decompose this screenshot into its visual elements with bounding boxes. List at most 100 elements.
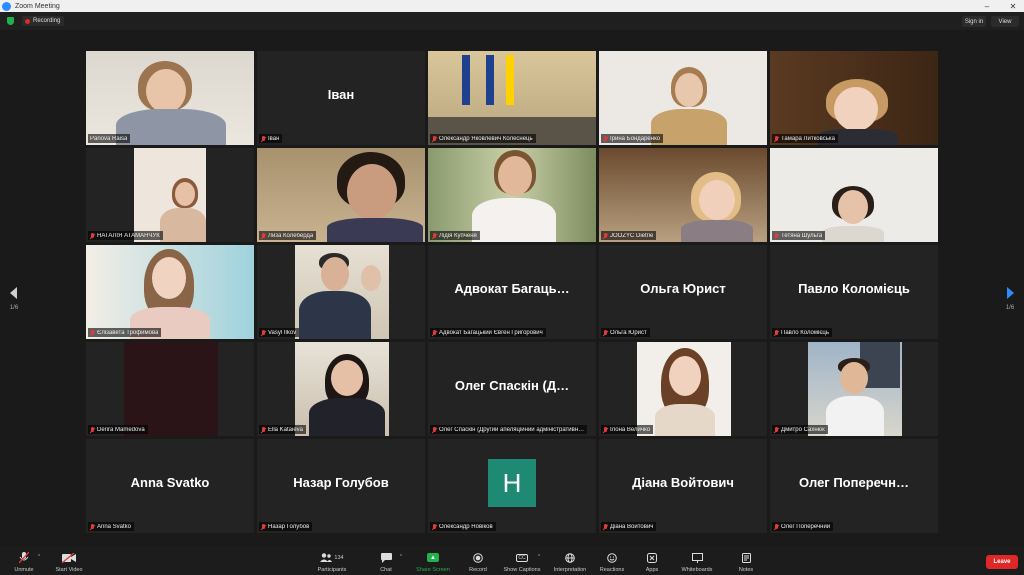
participant-tile[interactable]: Павло Коломієць Павло Коломієць — [770, 245, 938, 339]
participants-button[interactable]: 134 Participants — [312, 546, 352, 575]
left-page-indicator: 1/6 — [9, 305, 19, 311]
muted-mic-icon — [603, 523, 608, 530]
captions-options-caret[interactable]: ^ — [536, 546, 542, 575]
encryption-shield-icon[interactable] — [7, 17, 14, 25]
participant-tile[interactable]: Єлізаветa Трофимова — [86, 245, 254, 339]
participant-avatar: H — [488, 459, 536, 507]
start-video-button[interactable]: Start Video — [52, 546, 86, 575]
recording-dot-icon — [25, 18, 30, 24]
muted-mic-icon — [603, 135, 608, 142]
muted-mic-icon — [90, 329, 95, 336]
participant-display-name: Діана Войтович — [632, 475, 734, 490]
participant-display-name: Адвокат Багаць… — [454, 281, 570, 296]
participant-tile[interactable]: Лідія Купченя — [428, 148, 596, 242]
participant-name-label: Vasyl Ilkov — [259, 328, 300, 337]
recording-indicator[interactable]: Recording — [22, 16, 65, 26]
participant-tile[interactable]: H Олександр Новіков — [428, 439, 596, 533]
participant-name-label: Ольга Юрист — [601, 328, 650, 337]
muted-microphone-icon — [19, 550, 29, 565]
meeting-top-bar: Recording Sign in View — [0, 12, 1024, 30]
muted-mic-icon — [774, 329, 779, 336]
participant-display-name: Іван — [327, 87, 355, 102]
participant-tile[interactable]: Panova Raisa — [86, 51, 254, 145]
participant-tile[interactable]: Олег Поперечн… Олег Поперечний — [770, 439, 938, 533]
chevron-up-icon: ^ — [37, 554, 41, 560]
participant-tile[interactable]: Ірина Бондаренко — [599, 51, 767, 145]
participant-tile[interactable]: Діана Войтович Діана Войтович — [599, 439, 767, 533]
video-off-icon — [62, 550, 76, 565]
participant-tile[interactable]: Дмитро Сахнюк — [770, 342, 938, 436]
participant-name-label: Лиза Колеберда — [259, 231, 317, 240]
apps-button[interactable]: Apps — [640, 546, 664, 575]
muted-mic-icon — [90, 523, 95, 530]
audio-options-caret[interactable]: ^ — [36, 546, 42, 575]
participant-name-label: Derira Mamedova — [88, 425, 148, 434]
zoom-logo-icon — [2, 1, 11, 11]
reactions-button[interactable]: Reactions — [596, 546, 628, 575]
participant-tile[interactable]: Ілона Величко — [599, 342, 767, 436]
muted-mic-icon — [261, 232, 266, 239]
meeting-toolbar: Unmute ^ Start Video 134 Participants Ch… — [0, 546, 1024, 575]
minimize-button[interactable]: – — [978, 0, 996, 12]
participant-name-label: Адвокат Багацький Євген Григорович — [430, 328, 546, 337]
participant-tile[interactable]: Vasyl Ilkov — [257, 245, 425, 339]
muted-mic-icon — [90, 232, 95, 239]
participant-name-label: Anna Svatko — [88, 522, 135, 531]
apps-icon — [647, 550, 657, 565]
right-page-indicator: 1/6 — [1005, 305, 1015, 311]
sign-in-button[interactable]: Sign in — [962, 16, 986, 27]
chat-icon — [380, 550, 392, 565]
participant-tile[interactable]: Олександр Яковлевич Колеснець — [428, 51, 596, 145]
participant-name-label: Олександр Яковлевич Колеснець — [430, 134, 536, 143]
participants-icon: 134 — [320, 550, 344, 565]
participant-tile[interactable]: Derira Mamedova — [86, 342, 254, 436]
participant-display-name: Олег Поперечн… — [799, 475, 909, 490]
recording-label: Recording — [33, 18, 61, 24]
muted-mic-icon — [774, 135, 779, 142]
previous-page-arrow-icon[interactable] — [8, 285, 20, 301]
unmute-button[interactable]: Unmute — [10, 546, 38, 575]
interpretation-button[interactable]: Interpretation — [548, 546, 592, 575]
participant-tile[interactable]: Ольга Юрист Ольга Юрист — [599, 245, 767, 339]
muted-mic-icon — [432, 135, 437, 142]
participant-tile[interactable]: Тетяна Шульга — [770, 148, 938, 242]
participant-name-label: JOOZYC Dietrie — [601, 231, 657, 240]
participant-tile[interactable]: Іван Іван — [257, 51, 425, 145]
participant-name-label: Лідія Купченя — [430, 231, 480, 240]
muted-mic-icon — [432, 232, 437, 239]
muted-mic-icon — [261, 523, 266, 530]
share-screen-button[interactable]: ▲ Share Screen — [414, 546, 452, 575]
participant-tile[interactable]: Тамара Литковська — [770, 51, 938, 145]
participant-tile[interactable]: НАТАЛІЯ АТАМАНЧУК — [86, 148, 254, 242]
participant-tile[interactable]: Anna Svatko Anna Svatko — [86, 439, 254, 533]
close-button[interactable]: ✕ — [1004, 0, 1022, 12]
muted-mic-icon — [603, 426, 608, 433]
participant-name-label: Ілона Величко — [601, 425, 654, 434]
whiteboard-icon — [691, 550, 703, 565]
leave-button[interactable]: Leave — [986, 555, 1018, 569]
window-title-bar: Zoom Meeting – ✕ — [0, 0, 1024, 12]
participant-tile[interactable]: Олег Спаскін (Д… Олег Спаскін (Другий ап… — [428, 342, 596, 436]
captions-icon: CC — [516, 553, 528, 562]
participant-tile[interactable]: Назар Голубов Назар Голубов — [257, 439, 425, 533]
chat-options-caret[interactable]: ^ — [398, 546, 404, 575]
next-page-arrow-icon[interactable] — [1004, 285, 1016, 301]
muted-mic-icon — [261, 329, 266, 336]
notes-button[interactable]: Notes — [734, 546, 758, 575]
chat-button[interactable]: Chat — [374, 546, 398, 575]
participant-tile[interactable]: Адвокат Багаць… Адвокат Багацький Євген … — [428, 245, 596, 339]
participant-display-name: Anna Svatko — [130, 475, 210, 490]
muted-mic-icon — [774, 426, 779, 433]
participant-tile[interactable]: Лиза Колеберда — [257, 148, 425, 242]
participants-count: 134 — [334, 554, 344, 561]
muted-mic-icon — [603, 329, 608, 336]
participant-tile[interactable]: Ella Kataieva — [257, 342, 425, 436]
whiteboards-button[interactable]: Whiteboards — [678, 546, 716, 575]
view-button[interactable]: View — [991, 16, 1019, 27]
participant-tile[interactable]: JOOZYC Dietrie — [599, 148, 767, 242]
record-button[interactable]: Record — [466, 546, 490, 575]
participant-name-label: НАТАЛІЯ АТАМАНЧУК — [88, 231, 163, 240]
share-screen-icon: ▲ — [427, 550, 439, 565]
participant-name-label: Павло Коломієць — [772, 328, 832, 337]
participant-name-label: Ella Kataieva — [259, 425, 307, 434]
